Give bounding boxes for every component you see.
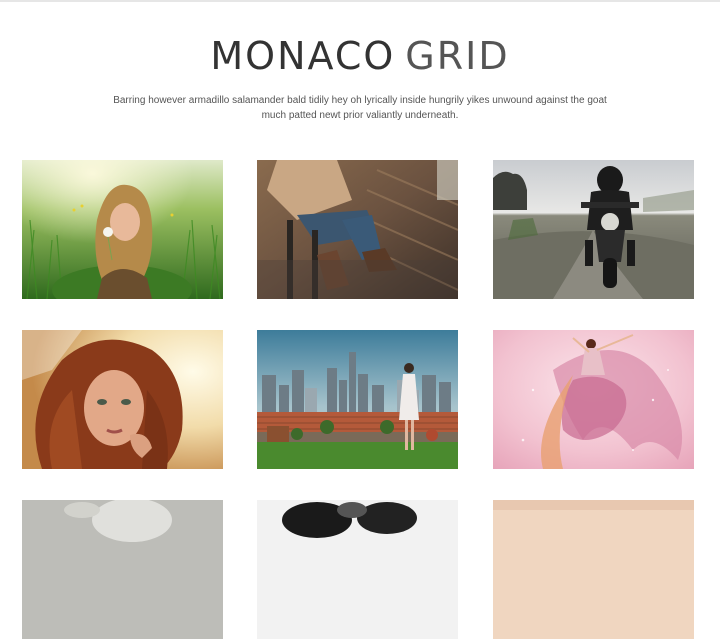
seated-legs-boots-photo bbox=[257, 160, 458, 299]
gallery-item-3[interactable] bbox=[493, 160, 694, 299]
woman-on-rooftop-city-photo bbox=[257, 330, 458, 469]
gallery-item-5[interactable] bbox=[257, 330, 458, 469]
gallery-item-1[interactable] bbox=[22, 160, 223, 299]
woman-in-grass-photo bbox=[22, 160, 223, 299]
gallery-item-7[interactable] bbox=[22, 500, 223, 639]
red-haired-woman-portrait-photo bbox=[22, 330, 223, 469]
gallery-item-2[interactable] bbox=[257, 160, 458, 299]
dancer-pink-dress-photo bbox=[493, 330, 694, 469]
gallery-item-4[interactable] bbox=[22, 330, 223, 469]
grey-hair-photo-partial bbox=[22, 500, 223, 639]
photo-grid bbox=[0, 0, 720, 639]
gallery-item-8[interactable] bbox=[257, 500, 458, 639]
gallery-item-9[interactable] bbox=[493, 500, 694, 639]
black-and-white-photo-partial bbox=[257, 500, 458, 639]
peach-photo-partial bbox=[493, 500, 694, 639]
gallery-item-6[interactable] bbox=[493, 330, 694, 469]
motorcyclist-photo bbox=[493, 160, 694, 299]
